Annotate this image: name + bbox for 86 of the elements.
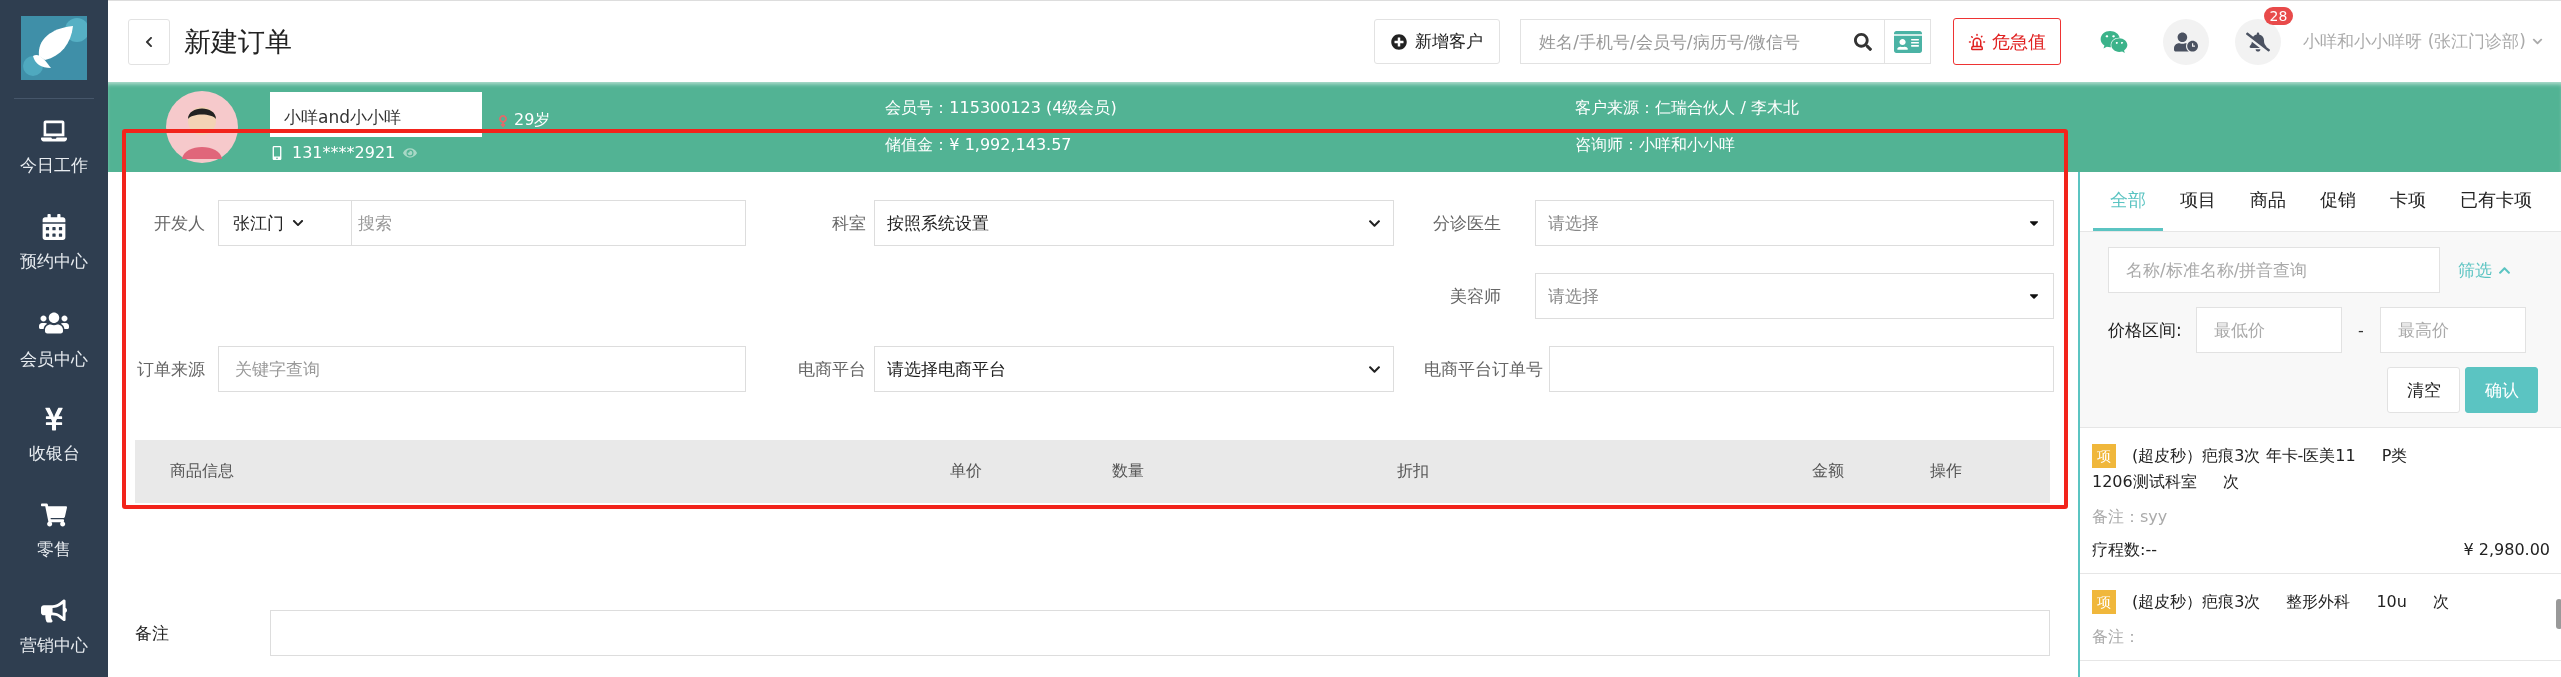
item-text: 1206测试科室: [2092, 472, 2197, 491]
plus-icon: [1391, 33, 1408, 50]
customer-info: 客户来源：仁瑞合伙人 / 李木北: [1575, 98, 1800, 119]
column-header: 金额: [1812, 461, 1845, 482]
select-field[interactable]: 请选择: [1535, 200, 2054, 246]
eye-icon[interactable]: [403, 145, 418, 160]
add-customer-button[interactable]: 新增客户: [1374, 19, 1501, 64]
clear-button[interactable]: 清空: [2387, 367, 2460, 413]
field-label: 分诊医生: [1432, 211, 1501, 235]
min-price-field[interactable]: 最低价: [2196, 307, 2342, 353]
customer-info: 储值金：¥ 1,992,143.57: [885, 135, 1073, 156]
tab[interactable]: 已有卡项: [2443, 172, 2549, 231]
scrollbar-thumb[interactable]: [2556, 599, 2561, 629]
sidebar-item[interactable]: 营销中心: [0, 579, 108, 675]
search-field[interactable]: 名称/标准名称/拼音查询: [2108, 247, 2440, 293]
bell-slash-icon: [2246, 29, 2271, 54]
price-range-label: 价格区间:: [2108, 318, 2183, 342]
item-tag: 项: [2092, 590, 2116, 614]
select-field[interactable]: 请选择电商平台: [874, 346, 1394, 392]
tab[interactable]: 卡项: [2373, 172, 2443, 231]
chevron-down-icon: [2532, 36, 2543, 47]
item-text: 整形外科: [2286, 592, 2351, 611]
chevron-down-icon: [292, 217, 304, 229]
item-text: 10u: [2376, 592, 2407, 611]
sidebar-item[interactable]: 今日工作: [0, 99, 108, 195]
field-label: 电商平台订单号: [1424, 357, 1543, 381]
sidebar-item[interactable]: 预约中心: [0, 195, 108, 291]
item-text: (超皮秒）疤痕3次: [2132, 592, 2261, 611]
item-tag: 项: [2092, 444, 2116, 468]
product-item[interactable]: 项 (超皮秒）疤痕3次 年卡-医美11 P类 1206测试科室 次 备注：syy 疗程数:-- ¥ 2,980.00: [2080, 428, 2561, 574]
range-separator: -: [2357, 320, 2365, 340]
item-remark: 备注：syy: [2092, 507, 2169, 528]
calendar-icon: [41, 213, 67, 240]
customer-name: 小咩and小小咩: [270, 92, 482, 137]
clinic-select[interactable]: 张江门: [218, 200, 352, 246]
siren-icon: [1968, 32, 1987, 51]
remark-field[interactable]: [270, 610, 2050, 656]
column-header: 单价: [950, 461, 983, 482]
field-label: 科室: [831, 211, 866, 235]
field-label: 电商平台: [797, 357, 866, 381]
item-text: P类: [2381, 446, 2408, 465]
column-header: 数量: [1112, 461, 1145, 482]
column-header: 商品信息: [170, 461, 235, 482]
field-label: 订单来源: [136, 357, 205, 381]
female-icon: [496, 113, 510, 128]
tab[interactable]: 项目: [2163, 172, 2233, 231]
id-card-button[interactable]: [1885, 19, 1932, 64]
item-price: ¥ 2,980.00: [2463, 540, 2550, 561]
cart-icon: [41, 501, 67, 528]
customer-info: 咨询师：小咩和小小咩: [1575, 135, 1737, 156]
input-field[interactable]: 关键字查询: [218, 346, 746, 392]
sidebar-item[interactable]: 零售: [0, 483, 108, 579]
users-clock-icon: [2174, 29, 2199, 54]
customer-age: 29岁: [496, 110, 551, 131]
search-field[interactable]: 搜索: [352, 200, 746, 246]
item-text: (超皮秒）疤痕3次 年卡-医美11: [2132, 446, 2356, 465]
page-title: 新建订单: [184, 24, 292, 59]
tab[interactable]: 促销: [2303, 172, 2373, 231]
customer-info: 会员号：115300123 (4级会员): [885, 98, 1118, 119]
app-logo: [21, 16, 87, 80]
tab[interactable]: 商品: [2233, 172, 2303, 231]
phone-icon: [270, 145, 284, 160]
item-text: 次: [2432, 592, 2449, 611]
column-header: 操作: [1930, 461, 1963, 482]
search-box[interactable]: 姓名/手机号/会员号/病历号/微信号: [1520, 19, 1886, 64]
session-count: 疗程数:--: [2092, 540, 2157, 561]
field-label: 开发人: [153, 211, 205, 235]
sidebar-item[interactable]: 会员中心: [0, 291, 108, 387]
megaphone-icon: [41, 597, 67, 624]
sidebar-item[interactable]: 收银台: [0, 387, 108, 483]
back-button[interactable]: [128, 18, 170, 65]
field-label: 美容师: [1449, 284, 1501, 308]
max-price-field[interactable]: 最高价: [2380, 307, 2526, 353]
chevron-left-icon: [143, 35, 155, 48]
select-field[interactable]: 请选择: [1535, 273, 2054, 319]
column-header: 折扣: [1397, 461, 1430, 482]
customer-phone: 131****2921: [270, 143, 551, 162]
avatar: [166, 91, 238, 163]
input-field[interactable]: [1549, 346, 2054, 392]
field-label: 备注: [135, 621, 170, 645]
item-text: 次: [2222, 472, 2239, 491]
select-field[interactable]: 按照系统设置: [874, 200, 1394, 246]
item-remark: 备注：: [2092, 627, 2141, 648]
notification-badge: 28: [2263, 6, 2294, 25]
search-icon: [1854, 32, 1873, 51]
alert-button[interactable]: 危急值: [1953, 18, 2062, 65]
